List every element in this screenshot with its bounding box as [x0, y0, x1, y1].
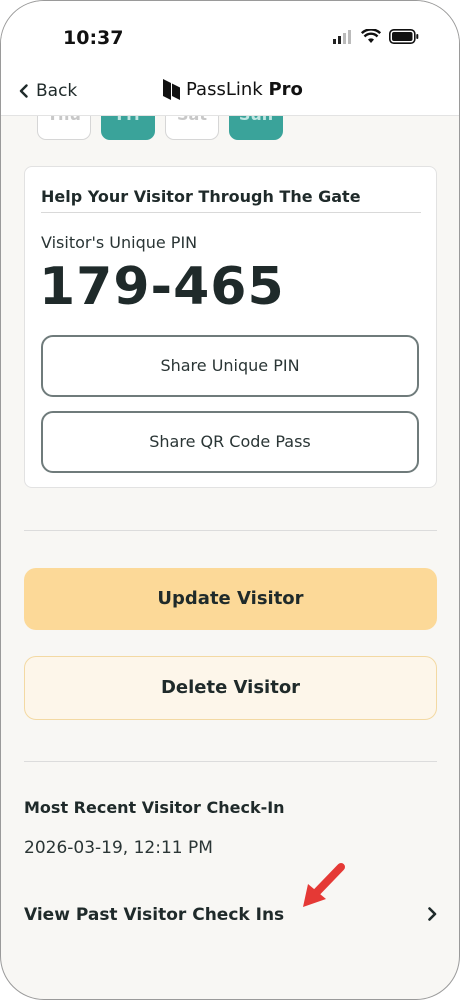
day-chip-sat[interactable]: Sat [165, 116, 219, 140]
card-divider [41, 212, 421, 213]
recent-checkin-title: Most Recent Visitor Check-In [24, 798, 285, 817]
delete-visitor-button[interactable]: Delete Visitor [24, 656, 437, 720]
day-chip-thu[interactable]: Thu [37, 116, 91, 140]
back-label: Back [36, 81, 78, 101]
section-divider [24, 761, 437, 762]
wifi-icon [361, 29, 381, 43]
pin-value: 179-465 [39, 257, 285, 317]
brand-name: PassLink Pro [186, 79, 303, 100]
nav-bar: Back PassLink Pro [1, 71, 459, 116]
pin-card-title: Help Your Visitor Through The Gate [41, 187, 361, 206]
recent-checkin-value: 2026-03-19, 12:11 PM [24, 838, 213, 858]
status-time: 10:37 [63, 27, 124, 49]
share-qr-button[interactable]: Share QR Code Pass [41, 411, 419, 473]
visitor-pin-card: Help Your Visitor Through The Gate Visit… [24, 166, 437, 488]
back-chevron-icon [19, 84, 28, 98]
day-selector: Thu Fri Sat Sun [37, 116, 283, 140]
update-visitor-button[interactable]: Update Visitor [24, 568, 437, 630]
status-bar: 10:37 [1, 1, 459, 71]
pin-label: Visitor's Unique PIN [41, 233, 198, 252]
share-pin-button[interactable]: Share Unique PIN [41, 335, 419, 397]
past-checkins-label: View Past Visitor Check Ins [24, 905, 285, 925]
battery-icon [389, 29, 419, 44]
day-chip-sun[interactable]: Sun [229, 116, 283, 140]
signal-icon [333, 29, 351, 44]
system-icons [333, 29, 419, 44]
past-checkins-link[interactable]: View Past Visitor Check Ins [24, 891, 437, 941]
passlink-logo-icon [163, 79, 180, 100]
annotation-arrow-icon [303, 863, 345, 907]
back-button[interactable]: Back [19, 81, 77, 101]
scroll-content[interactable]: Thu Fri Sat Sun Help Your Visitor Throug… [1, 116, 459, 999]
brand-logo: PassLink Pro [163, 79, 303, 100]
phone-frame: 10:37 Back PassLink Pro Help Your Visito… [0, 0, 460, 1000]
chevron-right-icon [428, 907, 437, 921]
section-divider [24, 530, 437, 531]
day-chip-fri[interactable]: Fri [101, 116, 155, 140]
